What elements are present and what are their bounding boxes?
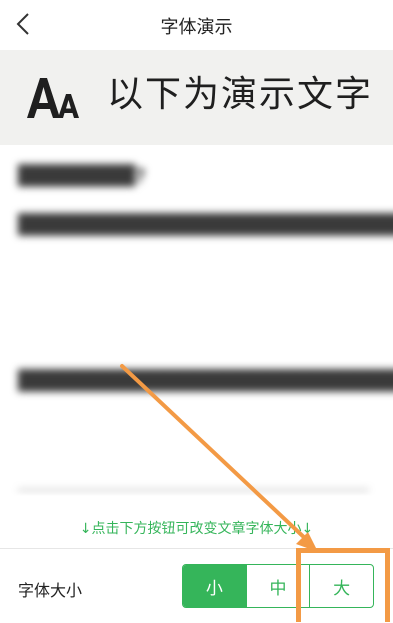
highlight-box xyxy=(296,548,390,622)
nav-bar: 字体演示 xyxy=(0,0,393,50)
article-content: ████████? ██████████████████████████ ████… xyxy=(0,145,393,505)
article-title: ████████? xyxy=(18,165,146,187)
font-demo-banner: 以下为演示文字 xyxy=(0,50,393,145)
article-paragraph: ████████████████████████████████████████… xyxy=(18,214,393,236)
font-size-label: 字体大小 xyxy=(18,581,83,600)
font-size-small-button[interactable]: 小 xyxy=(183,565,246,607)
hint-text: ↓点击下方按钮可改变文章字体大小↓ xyxy=(79,521,314,537)
demo-text: 以下为演示文字 xyxy=(107,74,374,115)
article-paragraph: ████████████████████████████████████████… xyxy=(18,370,393,392)
font-size-icon xyxy=(27,78,79,118)
fade-overlay xyxy=(0,445,393,505)
page-title: 字体演示 xyxy=(160,17,233,38)
